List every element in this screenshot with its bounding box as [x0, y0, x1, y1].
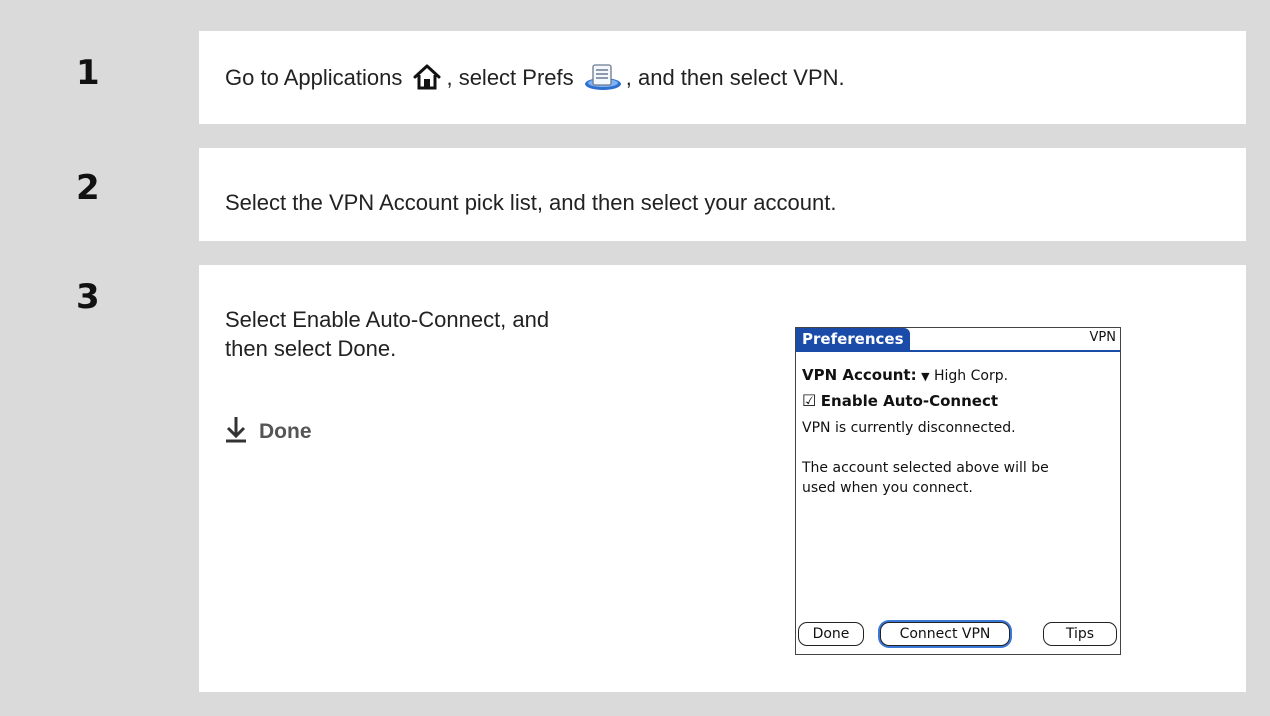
step-content: Select Enable Auto-Connect, and then sel… [199, 265, 1246, 692]
vpn-account-value: High Corp. [933, 368, 1009, 384]
done-shortcut[interactable]: Done [225, 415, 312, 449]
done-shortcut-label: Done [259, 420, 312, 443]
done-button[interactable]: Done [798, 622, 864, 646]
vpn-preferences-screen: Preferences VPN VPN Account: ▼ High Corp… [795, 327, 1121, 655]
prefs-icon [584, 63, 622, 98]
step-3: 3 Select Enable Auto-Connect, and then s… [36, 265, 1246, 692]
enable-auto-connect-label: Enable Auto-Connect [820, 392, 999, 410]
vpn-account-label: VPN Account: [802, 366, 917, 384]
step-2: 2 Select the VPN Account pick list, and … [36, 148, 1246, 241]
preferences-tab[interactable]: Preferences [796, 328, 910, 350]
checkbox-checked-icon[interactable]: ☑ [802, 391, 816, 410]
step-number: 2 [36, 148, 199, 241]
info-line-1: The account selected above will be [802, 460, 1049, 476]
enable-auto-connect-row[interactable]: ☑ Enable Auto-Connect [802, 391, 998, 410]
down-arrow-icon [225, 415, 247, 449]
triangle-down-icon: ▼ [921, 370, 930, 383]
step-content: Go to Applications , select Prefs , and [199, 31, 1246, 124]
step-content: Select the VPN Account pick list, and th… [199, 148, 1246, 241]
step-1-text: Go to Applications , select Prefs , and [225, 63, 845, 98]
connect-vpn-button[interactable]: Connect VPN [880, 622, 1010, 646]
info-line-2: used when you connect. [802, 480, 973, 496]
vpn-account-picker[interactable]: ▼ High Corp. [921, 368, 1008, 384]
tips-button[interactable]: Tips [1043, 622, 1117, 646]
vpn-status-text: VPN is currently disconnected. [802, 420, 1016, 436]
title-bar: Preferences VPN [796, 328, 1120, 352]
step-2-text: Select the VPN Account pick list, and th… [225, 190, 837, 215]
step-number: 3 [36, 265, 199, 692]
panel-picker[interactable]: VPN [1090, 330, 1116, 345]
home-icon [412, 63, 442, 98]
step-number: 1 [36, 31, 199, 124]
step-1: 1 Go to Applications , select Prefs , an… [36, 31, 1246, 124]
step-3-text: Select Enable Auto-Connect, and then sel… [225, 307, 550, 361]
vpn-account-row: VPN Account: ▼ High Corp. [802, 366, 1008, 384]
